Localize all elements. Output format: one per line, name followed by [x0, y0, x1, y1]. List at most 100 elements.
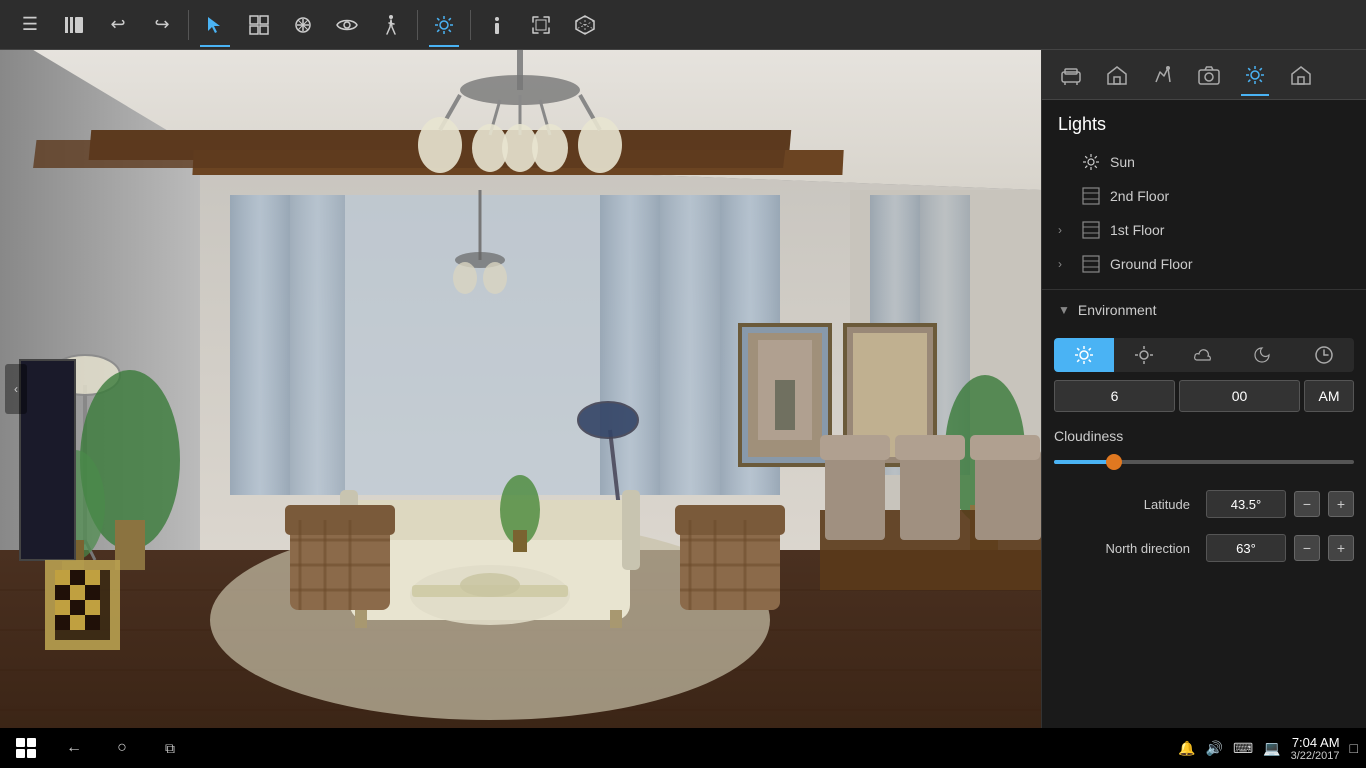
toolbar-info-btn[interactable]: [475, 3, 519, 47]
toolbar-lights-btn[interactable]: [422, 3, 466, 47]
cloudiness-track: [1054, 460, 1354, 464]
left-nav-toggle[interactable]: ‹: [5, 364, 27, 414]
toolbar-library-btn[interactable]: [52, 3, 96, 47]
latitude-input[interactable]: [1206, 490, 1286, 518]
library-icon: [63, 14, 85, 36]
toolbar-view-btn[interactable]: [325, 3, 369, 47]
toolbar-3d-btn[interactable]: [563, 3, 607, 47]
top-toolbar: ☰ ↩ ↪: [0, 0, 1366, 50]
sunny-icon: [1134, 345, 1154, 365]
ground-floor-label: Ground Floor: [1110, 256, 1192, 272]
toolbar-walk-btn[interactable]: [369, 3, 413, 47]
time-minute-field[interactable]: 00: [1179, 380, 1300, 412]
taskbar-action-center-icon[interactable]: □: [1350, 740, 1358, 756]
environment-header[interactable]: ▼ Environment: [1042, 290, 1366, 330]
toolbar-transform-btn[interactable]: [281, 3, 325, 47]
env-night-btn[interactable]: [1234, 338, 1294, 372]
floor-ground-icon: [1082, 255, 1100, 273]
info-icon: [487, 14, 507, 36]
camera-icon: [1198, 64, 1220, 86]
1st-floor-arrow: ›: [1058, 223, 1072, 237]
undo-icon: ↩: [110, 14, 125, 35]
night-icon: [1254, 345, 1274, 365]
walk-icon: [383, 14, 399, 36]
taskbar-back-btn[interactable]: ←: [56, 730, 92, 766]
toolbar-select-btn[interactable]: [193, 3, 237, 47]
right-panel: Lights Sun: [1041, 50, 1366, 728]
1st-floor-label: 1st Floor: [1110, 222, 1164, 238]
clock-date: 3/22/2017: [1291, 750, 1340, 762]
light-item-1st-floor[interactable]: › 1st Floor: [1042, 213, 1366, 247]
cloudiness-section: Cloudiness: [1042, 418, 1366, 482]
panel-structure-btn[interactable]: [1096, 54, 1138, 96]
floor-2nd-icon: [1082, 187, 1100, 205]
furniture-icon: [1060, 64, 1082, 86]
taskbar-right: 🔔 🔊 ⌨ 💻 7:04 AM 3/22/2017 □: [1178, 735, 1358, 762]
fullscreen-icon: [531, 15, 551, 35]
north-direction-label: North direction: [1054, 541, 1198, 556]
toolbar-redo-btn[interactable]: ↪: [140, 3, 184, 47]
light-item-sun[interactable]: Sun: [1042, 145, 1366, 179]
time-ampm-value: AM: [1319, 388, 1340, 404]
taskbar-notification-icon: 🔔: [1178, 740, 1195, 757]
eye-icon: [336, 17, 358, 33]
env-cloudy-btn[interactable]: [1174, 338, 1234, 372]
north-increase-btn[interactable]: +: [1328, 535, 1354, 561]
cloudiness-thumb[interactable]: [1106, 454, 1122, 470]
taskbar-network-icon[interactable]: 💻: [1263, 740, 1280, 757]
panel-camera-btn[interactable]: [1188, 54, 1230, 96]
cloudiness-label: Cloudiness: [1054, 428, 1354, 444]
taskbar-speaker-icon[interactable]: 🔊: [1206, 740, 1223, 757]
environment-toggle-group: [1054, 338, 1354, 372]
clock-icon: [1314, 345, 1334, 365]
cortana-icon: ○: [117, 739, 127, 757]
2nd-floor-label: 2nd Floor: [1110, 188, 1169, 204]
panel-decor-btn[interactable]: [1142, 54, 1184, 96]
latitude-decrease-btn[interactable]: −: [1294, 491, 1320, 517]
left-nav-arrow: ‹: [14, 382, 18, 396]
light-item-2nd-floor[interactable]: 2nd Floor: [1042, 179, 1366, 213]
time-hour-field[interactable]: 6: [1054, 380, 1175, 412]
toolbar-undo-btn[interactable]: ↩: [96, 3, 140, 47]
north-direction-row: North direction − +: [1042, 526, 1366, 570]
env-clock-btn[interactable]: [1294, 338, 1354, 372]
taskbar-keyboard-icon[interactable]: ⌨: [1233, 740, 1253, 757]
menu-icon: ☰: [22, 14, 38, 35]
env-sunny-btn[interactable]: [1114, 338, 1174, 372]
toolbar-sep-2: [417, 10, 418, 40]
transform-icon: [293, 15, 313, 35]
toolbar-sep-1: [188, 10, 189, 40]
panel-sun-btn[interactable]: [1234, 54, 1276, 96]
cursor-icon: [206, 15, 224, 35]
redo-icon: ↪: [154, 14, 169, 35]
light-item-ground-floor[interactable]: › Ground Floor: [1042, 247, 1366, 281]
toolbar-arrange-btn[interactable]: [237, 3, 281, 47]
start-button[interactable]: [8, 730, 44, 766]
time-ampm-field[interactable]: AM: [1304, 380, 1354, 412]
clock-time: 7:04 AM: [1291, 735, 1340, 750]
north-decrease-btn[interactable]: −: [1294, 535, 1320, 561]
env-clear-btn[interactable]: [1054, 338, 1114, 372]
toolbar-fullscreen-btn[interactable]: [519, 3, 563, 47]
time-controls: 6 00 AM: [1054, 380, 1354, 412]
taskbar: ← ○ ⧉ 🔔 🔊 ⌨ 💻 7:04 AM 3/22/2017 □: [0, 728, 1366, 768]
panel-furniture-btn[interactable]: [1050, 54, 1092, 96]
main-area: ‹: [0, 50, 1366, 728]
cloudiness-slider[interactable]: [1054, 452, 1354, 472]
taskbar-multitask-btn[interactable]: ⧉: [152, 730, 188, 766]
structure-icon: [1106, 64, 1128, 86]
taskbar-cortana-btn[interactable]: ○: [104, 730, 140, 766]
toolbar-menu-btn[interactable]: ☰: [8, 3, 52, 47]
latitude-label: Latitude: [1054, 497, 1198, 512]
panel-home-btn[interactable]: [1280, 54, 1322, 96]
taskbar-left: ← ○ ⧉: [8, 730, 188, 766]
taskbar-clock[interactable]: 7:04 AM 3/22/2017: [1291, 735, 1340, 762]
latitude-increase-btn[interactable]: +: [1328, 491, 1354, 517]
lights-section-title: Lights: [1042, 100, 1366, 145]
environment-label: Environment: [1078, 302, 1157, 318]
viewport[interactable]: ‹: [0, 50, 1041, 728]
back-icon: ←: [66, 739, 82, 757]
north-direction-input[interactable]: [1206, 534, 1286, 562]
3d-icon: [574, 14, 596, 36]
decor-icon: [1152, 64, 1174, 86]
